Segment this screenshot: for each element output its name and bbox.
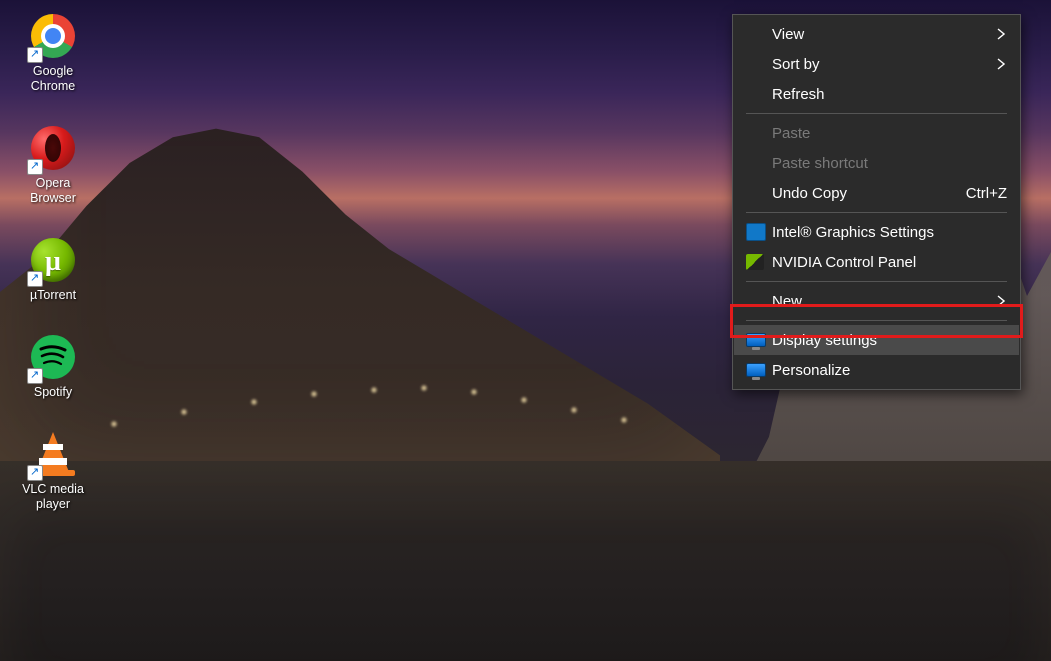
- menu-label: Personalize: [768, 362, 1007, 379]
- menu-label: Display settings: [768, 332, 1007, 349]
- menu-label: Sort by: [768, 56, 997, 73]
- menu-label: NVIDIA Control Panel: [768, 254, 1007, 271]
- menu-separator: [746, 113, 1007, 114]
- desktop-icons-column: Google Chrome Opera Browser µ µTorrent: [14, 14, 104, 544]
- menu-label: Intel® Graphics Settings: [768, 224, 1007, 241]
- menu-item-paste-shortcut: Paste shortcut: [734, 148, 1019, 178]
- menu-label: New: [768, 293, 997, 310]
- opera-icon: [30, 126, 76, 172]
- shortcut-overlay-icon: [27, 368, 43, 384]
- monitor-icon: [746, 361, 768, 379]
- desktop-icon-google-chrome[interactable]: Google Chrome: [14, 14, 92, 94]
- menu-icon-blank: [746, 292, 768, 310]
- menu-item-sort-by[interactable]: Sort by: [734, 49, 1019, 79]
- menu-icon-blank: [746, 85, 768, 103]
- chevron-right-icon: [997, 295, 1007, 307]
- desktop-icon-spotify[interactable]: Spotify: [14, 335, 92, 400]
- menu-label: Refresh: [768, 86, 1007, 103]
- desktop-icon-opera-browser[interactable]: Opera Browser: [14, 126, 92, 206]
- menu-item-nvidia-control-panel[interactable]: NVIDIA Control Panel: [734, 247, 1019, 277]
- menu-label: Paste: [768, 125, 1007, 142]
- icon-label: Spotify: [14, 385, 92, 400]
- menu-separator: [746, 320, 1007, 321]
- menu-item-intel-graphics[interactable]: Intel® Graphics Settings: [734, 217, 1019, 247]
- icon-label: Google Chrome: [14, 64, 92, 94]
- desktop-context-menu: View Sort by Refresh Paste Paste shortcu…: [732, 14, 1021, 390]
- nvidia-icon: [746, 253, 768, 271]
- menu-item-view[interactable]: View: [734, 19, 1019, 49]
- menu-label: Paste shortcut: [768, 155, 1007, 172]
- chrome-icon: [30, 14, 76, 60]
- menu-icon-blank: [746, 184, 768, 202]
- chevron-right-icon: [997, 28, 1007, 40]
- icon-label: Opera Browser: [14, 176, 92, 206]
- menu-item-display-settings[interactable]: Display settings: [734, 325, 1019, 355]
- menu-icon-blank: [746, 154, 768, 172]
- monitor-icon: [746, 331, 768, 349]
- icon-label: µTorrent: [14, 288, 92, 303]
- menu-icon-blank: [746, 55, 768, 73]
- menu-item-personalize[interactable]: Personalize: [734, 355, 1019, 385]
- menu-item-undo-copy[interactable]: Undo Copy Ctrl+Z: [734, 178, 1019, 208]
- menu-label: View: [768, 26, 997, 43]
- utorrent-icon: µ: [30, 238, 76, 284]
- shortcut-overlay-icon: [27, 271, 43, 287]
- desktop-icon-vlc[interactable]: VLC media player: [14, 432, 92, 512]
- shortcut-overlay-icon: [27, 465, 43, 481]
- shortcut-overlay-icon: [27, 47, 43, 63]
- menu-icon-blank: [746, 124, 768, 142]
- chevron-right-icon: [997, 58, 1007, 70]
- menu-item-paste: Paste: [734, 118, 1019, 148]
- menu-item-new[interactable]: New: [734, 286, 1019, 316]
- wallpaper-ground: [0, 461, 1051, 661]
- shortcut-overlay-icon: [27, 159, 43, 175]
- icon-label: VLC media player: [14, 482, 92, 512]
- menu-shortcut: Ctrl+Z: [966, 185, 1007, 202]
- menu-label: Undo Copy: [768, 185, 966, 202]
- vlc-icon: [30, 432, 76, 478]
- desktop-icon-utorrent[interactable]: µ µTorrent: [14, 238, 92, 303]
- menu-separator: [746, 281, 1007, 282]
- menu-icon-blank: [746, 25, 768, 43]
- intel-icon: [746, 223, 768, 241]
- menu-separator: [746, 212, 1007, 213]
- menu-item-refresh[interactable]: Refresh: [734, 79, 1019, 109]
- spotify-icon: [30, 335, 76, 381]
